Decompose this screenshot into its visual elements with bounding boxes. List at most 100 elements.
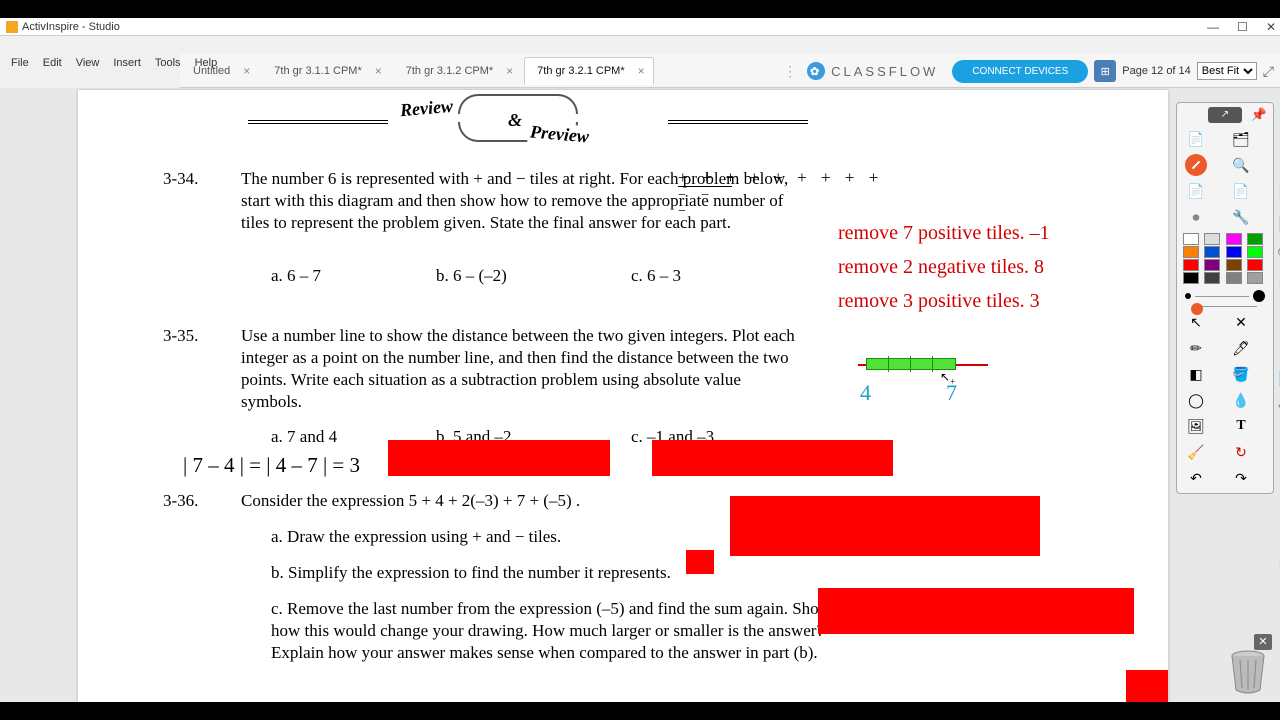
prev-page-icon[interactable]: 📄 [1182, 180, 1210, 202]
side-tool-icon[interactable]: 📋 [1275, 181, 1280, 203]
shape-tool-icon[interactable]: ◯ [1182, 389, 1210, 411]
color-swatch[interactable] [1226, 259, 1242, 271]
redo-tool-icon[interactable]: ↷ [1227, 467, 1255, 489]
color-swatch[interactable] [1183, 246, 1199, 258]
minimize-button[interactable]: — [1207, 20, 1219, 34]
record-tool-icon[interactable]: ⏺ [1182, 206, 1210, 228]
eraser-tool-icon[interactable]: ◧ [1182, 363, 1210, 385]
menu-dots-icon[interactable]: ⋮ [783, 63, 797, 80]
q34-a: a. 6 – 7 [271, 265, 321, 287]
zoom-tool-icon[interactable]: 🔍 [1227, 154, 1255, 176]
trash-bin[interactable]: ✕ [1228, 650, 1270, 698]
side-tool-icon[interactable]: 📋 [1275, 274, 1280, 296]
settings-tool-icon[interactable]: 🔧 [1227, 206, 1255, 228]
color-swatch[interactable] [1183, 233, 1199, 245]
toolbox-pin-icon[interactable]: 📌 [1251, 107, 1267, 123]
side-tool-icon[interactable]: ⊞ [1275, 305, 1280, 327]
side-tool-icon[interactable]: T [1275, 460, 1280, 482]
side-tool-icon[interactable]: 📄 [1275, 212, 1280, 234]
reset-tool-icon[interactable]: ↻ [1227, 441, 1255, 463]
dropper-tool-icon[interactable]: 💧 [1227, 389, 1255, 411]
pencil-tool-icon[interactable]: ✏ [1182, 337, 1210, 359]
config-tool-icon[interactable]: ✕ [1227, 311, 1255, 333]
color-swatch[interactable] [1204, 246, 1220, 258]
tab-close-icon[interactable]: × [506, 64, 513, 78]
color-swatch[interactable] [1226, 246, 1242, 258]
color-swatch[interactable] [1247, 259, 1263, 271]
color-swatch[interactable] [1183, 259, 1199, 271]
tab-321[interactable]: 7th gr 3.2.1 CPM*× [524, 57, 653, 85]
question-number: 3-36. [163, 490, 198, 512]
color-swatch[interactable] [1247, 272, 1263, 284]
menu-edit[interactable]: Edit [36, 57, 69, 69]
grid-button[interactable]: ⊞ [1094, 60, 1116, 82]
side-tool-icon[interactable]: ↺ [1275, 522, 1280, 544]
zoom-select[interactable]: Best Fit [1197, 62, 1257, 80]
color-swatch[interactable] [1204, 259, 1220, 271]
page-tool-icon[interactable]: 📄 [1182, 128, 1210, 150]
clear-tool-icon[interactable]: 🧹 [1182, 441, 1210, 463]
red-cover-box[interactable] [652, 440, 893, 476]
size-slider[interactable] [1185, 290, 1265, 302]
tab-312[interactable]: 7th gr 3.1.2 CPM* × [393, 57, 522, 85]
color-swatch[interactable] [1247, 246, 1263, 258]
side-tools: 📋 📄 🔍 📋 ⊞ ⊞ 📄 🔧 AT ⊡ ↺ 📋 [1275, 181, 1280, 575]
red-cover-box[interactable] [730, 496, 1040, 556]
menu-view[interactable]: View [69, 57, 107, 69]
color-swatch[interactable] [1226, 233, 1242, 245]
answer-34a: remove 7 positive tiles. –1 [838, 222, 1050, 245]
side-tool-icon[interactable]: 📋 [1275, 553, 1280, 575]
image-tool-icon[interactable]: 🖼 [1182, 415, 1210, 437]
trash-close-icon[interactable]: ✕ [1254, 634, 1272, 650]
undo-tool-icon[interactable]: ↶ [1182, 467, 1210, 489]
connect-devices-button[interactable]: CONNECT DEVICES [952, 60, 1088, 83]
question-text: Consider the expression 5 + 4 + 2(–3) + … [241, 490, 801, 512]
expand-icon[interactable]: ⤢ [1263, 63, 1274, 80]
side-tool-icon[interactable]: 📄 [1275, 367, 1280, 389]
question-number: 3-35. [163, 325, 198, 347]
menu-file[interactable]: File [4, 57, 36, 69]
pen-tool-icon[interactable] [1182, 154, 1210, 176]
highlighter-tool-icon[interactable]: 🖊 [1227, 337, 1255, 359]
tab-close-icon[interactable]: × [638, 64, 645, 78]
minus-tiles: − − − [678, 186, 732, 220]
fill-tool-icon[interactable]: 🪣 [1227, 363, 1255, 385]
red-cover-box[interactable] [1126, 670, 1168, 702]
menu-tools[interactable]: Tools [148, 57, 188, 69]
color-palette [1179, 231, 1271, 286]
side-tool-icon[interactable]: ⊞ [1275, 336, 1280, 358]
side-tool-icon[interactable]: A [1275, 429, 1280, 451]
tab-close-icon[interactable]: × [243, 64, 250, 78]
red-cover-box[interactable] [818, 588, 1134, 634]
q36-b-text: b. Simplify the expression to find the n… [271, 562, 671, 584]
maximize-button[interactable]: ☐ [1237, 20, 1248, 34]
classflow-icon: ✿ [807, 62, 825, 80]
color-swatch[interactable] [1226, 272, 1242, 284]
close-button[interactable]: ✕ [1266, 20, 1276, 34]
tab-311[interactable]: 7th gr 3.1.1 CPM* × [261, 57, 390, 85]
text-tool-icon[interactable]: T [1227, 415, 1255, 437]
canvas-area[interactable]: Review & Preview 3-34. The number 6 is r… [0, 88, 1280, 702]
red-cover-box[interactable] [686, 550, 714, 574]
flipchart-page[interactable]: Review & Preview 3-34. The number 6 is r… [78, 90, 1168, 702]
side-tool-icon[interactable]: 🔍 [1275, 243, 1280, 265]
menu-help[interactable]: Help [188, 57, 225, 69]
tab-label: 7th gr 3.1.1 CPM* [274, 65, 361, 77]
share-button[interactable]: ↗ [1208, 107, 1242, 123]
color-swatch[interactable] [1204, 233, 1220, 245]
red-cover-box[interactable] [388, 440, 610, 476]
side-tool-icon[interactable]: ⊡ [1275, 491, 1280, 513]
pen-width-slider[interactable] [1185, 306, 1265, 307]
tab-close-icon[interactable]: × [375, 64, 382, 78]
classflow-logo: ✿ CLASSFLOW [807, 62, 938, 80]
browse-tool-icon[interactable]: 🗂 [1227, 128, 1255, 150]
plus-tiles: + + + + + + + + + [678, 168, 883, 188]
menu-insert[interactable]: Insert [106, 57, 148, 69]
side-tool-icon[interactable]: 🔧 [1275, 398, 1280, 420]
next-page-icon[interactable]: 📄 [1227, 180, 1255, 202]
color-swatch[interactable] [1247, 233, 1263, 245]
tab-label: 7th gr 3.1.2 CPM* [406, 65, 493, 77]
numline-label-4: 4 [860, 380, 871, 406]
color-swatch[interactable] [1183, 272, 1199, 284]
color-swatch[interactable] [1204, 272, 1220, 284]
